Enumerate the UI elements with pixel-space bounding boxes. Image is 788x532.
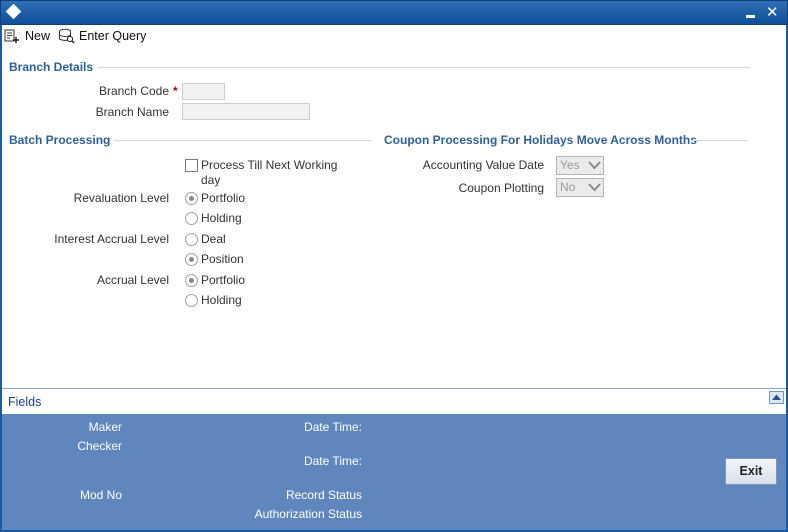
new-button-label: New: [25, 29, 51, 43]
window-title-bar[interactable]: ✕: [0, 0, 788, 25]
accrual-portfolio-radio[interactable]: [185, 274, 198, 287]
accrual-holding-radio[interactable]: [185, 294, 198, 307]
enter-query-label: Enter Query: [79, 29, 147, 43]
fields-bar: Fields: [2, 388, 786, 414]
interest-accrual-level-label: Interest Accrual Level: [54, 232, 169, 246]
accounting-value-date-label: Accounting Value Date: [422, 158, 544, 172]
accrual-portfolio-label: Portfolio: [201, 273, 246, 287]
maker-date-time-label: Date Time:: [303, 420, 362, 434]
exit-button[interactable]: Exit: [725, 458, 777, 485]
interest-accrual-position-label: Position: [201, 252, 244, 266]
fields-link[interactable]: Fields: [8, 395, 41, 409]
record-status-label: Record Status: [285, 488, 362, 502]
branch-details-divider: [98, 67, 750, 68]
revaluation-holding-label: Holding: [201, 211, 242, 225]
mod-no-label: Mod No: [79, 488, 122, 502]
toolbar: New Enter Query: [2, 25, 786, 49]
new-record-icon: [4, 29, 19, 43]
coupon-processing-title: Coupon Processing For Holidays Move Acro…: [384, 133, 697, 147]
enter-query-button[interactable]: Enter Query: [58, 27, 146, 45]
coupon-plotting-value: No: [560, 180, 576, 194]
required-marker: *: [173, 84, 178, 98]
accounting-value-date-select[interactable]: Yes: [556, 156, 604, 175]
new-button[interactable]: New: [4, 27, 50, 45]
triangle-up-icon: [772, 394, 781, 400]
interest-accrual-deal-label: Deal: [201, 232, 226, 246]
revaluation-portfolio-radio[interactable]: [185, 192, 198, 205]
coupon-plotting-select[interactable]: No: [556, 178, 604, 197]
process-till-next-working-day-checkbox[interactable]: [185, 159, 198, 172]
authorization-status-label: Authorization Status: [254, 507, 362, 521]
close-icon[interactable]: ✕: [766, 3, 779, 21]
audit-panel: Maker Checker Mod No Date Time: Date Tim…: [2, 414, 786, 530]
branch-code-label: Branch Code: [20, 84, 169, 98]
coupon-plotting-label: Coupon Plotting: [458, 181, 544, 195]
branch-name-input[interactable]: [182, 103, 310, 120]
batch-processing-title: Batch Processing: [9, 133, 111, 147]
coupon-processing-divider: [691, 140, 748, 141]
branch-name-label: Branch Name: [95, 105, 169, 119]
chevron-down-icon: [588, 183, 601, 192]
accrual-level-label: Accrual Level: [96, 273, 169, 287]
branch-details-title: Branch Details: [9, 60, 94, 74]
revaluation-portfolio-label: Portfolio: [201, 191, 246, 205]
enter-query-icon: [59, 28, 75, 44]
accounting-value-date-value: Yes: [560, 158, 580, 172]
branch-code-label-text: Branch Code: [98, 84, 169, 98]
batch-processing-divider: [114, 140, 372, 141]
collapse-up-icon[interactable]: [769, 391, 784, 404]
checker-date-time-label: Date Time:: [303, 454, 362, 468]
chevron-down-icon: [588, 161, 601, 170]
app-diamond-icon: [5, 3, 22, 20]
revaluation-level-label: Revaluation Level: [73, 191, 169, 205]
checker-label: Checker: [77, 439, 122, 453]
process-till-next-working-day-label-line1: Process Till Next Working: [201, 158, 338, 172]
branch-code-input[interactable]: [182, 83, 225, 100]
process-till-next-working-day-label-line2: day: [201, 173, 221, 187]
interest-accrual-position-radio[interactable]: [185, 253, 198, 266]
accrual-holding-label: Holding: [201, 293, 242, 307]
revaluation-holding-radio[interactable]: [185, 212, 198, 225]
interest-accrual-deal-radio[interactable]: [185, 233, 198, 246]
maker-label: Maker: [88, 420, 122, 434]
